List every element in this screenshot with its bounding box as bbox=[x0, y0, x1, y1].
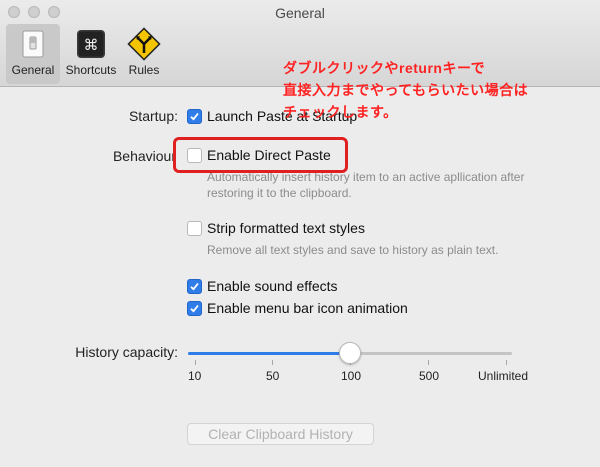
strip-styles-label: Strip formatted text styles bbox=[207, 220, 365, 236]
behaviour-label: Behaviour bbox=[112, 148, 176, 164]
direct-paste-description: Automatically insert history item to an … bbox=[207, 170, 525, 200]
clear-clipboard-history-button[interactable]: Clear Clipboard History bbox=[187, 423, 374, 445]
checkmark-icon bbox=[190, 112, 199, 121]
preferences-window: General General ⌘ Shortcuts Rules Startu… bbox=[0, 0, 600, 467]
annotation-line: 直接入力までやってもらいたい場合は bbox=[283, 82, 529, 98]
checkmark-icon bbox=[190, 282, 199, 291]
toolbar-tab-label: Rules bbox=[128, 63, 160, 77]
startup-label: Startup: bbox=[128, 108, 178, 124]
fork-road-sign-icon bbox=[127, 27, 161, 61]
slider-tick bbox=[428, 360, 429, 365]
command-key-icon: ⌘ bbox=[77, 30, 105, 58]
slider-tick bbox=[272, 360, 273, 365]
checkmark-icon bbox=[190, 304, 199, 313]
menu-bar-animation-checkbox[interactable] bbox=[187, 301, 202, 316]
annotation-note: ダブルクリックやreturnキーで 直接入力までやってもらいたい場合は チェック… bbox=[283, 57, 583, 123]
tick-label-10: 10 bbox=[188, 369, 202, 383]
annotation-line: ダブルクリックやreturnキーで bbox=[283, 60, 486, 76]
launch-at-startup-checkbox[interactable] bbox=[187, 109, 202, 124]
direct-paste-highlight-box bbox=[173, 137, 348, 173]
history-capacity-label: History capacity: bbox=[75, 344, 178, 360]
tick-label-unlimited: Unlimited bbox=[478, 369, 529, 383]
strip-styles-checkbox[interactable] bbox=[187, 221, 202, 236]
menu-bar-animation-label: Enable menu bar icon animation bbox=[207, 300, 408, 316]
switch-icon bbox=[22, 30, 44, 58]
slider-tick bbox=[506, 360, 507, 365]
slider-thumb[interactable] bbox=[339, 342, 361, 364]
slider-tick bbox=[195, 360, 196, 365]
toolbar-tab-general[interactable]: General bbox=[6, 24, 60, 84]
slider-fill bbox=[188, 352, 350, 355]
strip-styles-description: Remove all text styles and save to histo… bbox=[207, 243, 499, 257]
sound-effects-checkbox[interactable] bbox=[187, 279, 202, 294]
toolbar-tab-label: Shortcuts bbox=[65, 63, 117, 77]
tick-label-500: 500 bbox=[419, 369, 440, 383]
svg-text:⌘: ⌘ bbox=[84, 36, 99, 54]
tick-label-50: 50 bbox=[266, 369, 280, 383]
sound-effects-label: Enable sound effects bbox=[207, 278, 338, 294]
annotation-line: チェックします。 bbox=[283, 104, 398, 120]
window-title: General bbox=[275, 5, 325, 21]
toolbar-tab-label: General bbox=[11, 63, 55, 77]
tick-label-100: 100 bbox=[341, 369, 362, 383]
toolbar-tab-shortcuts[interactable]: ⌘ Shortcuts bbox=[60, 24, 122, 84]
toolbar-tab-rules[interactable]: Rules bbox=[122, 24, 166, 84]
